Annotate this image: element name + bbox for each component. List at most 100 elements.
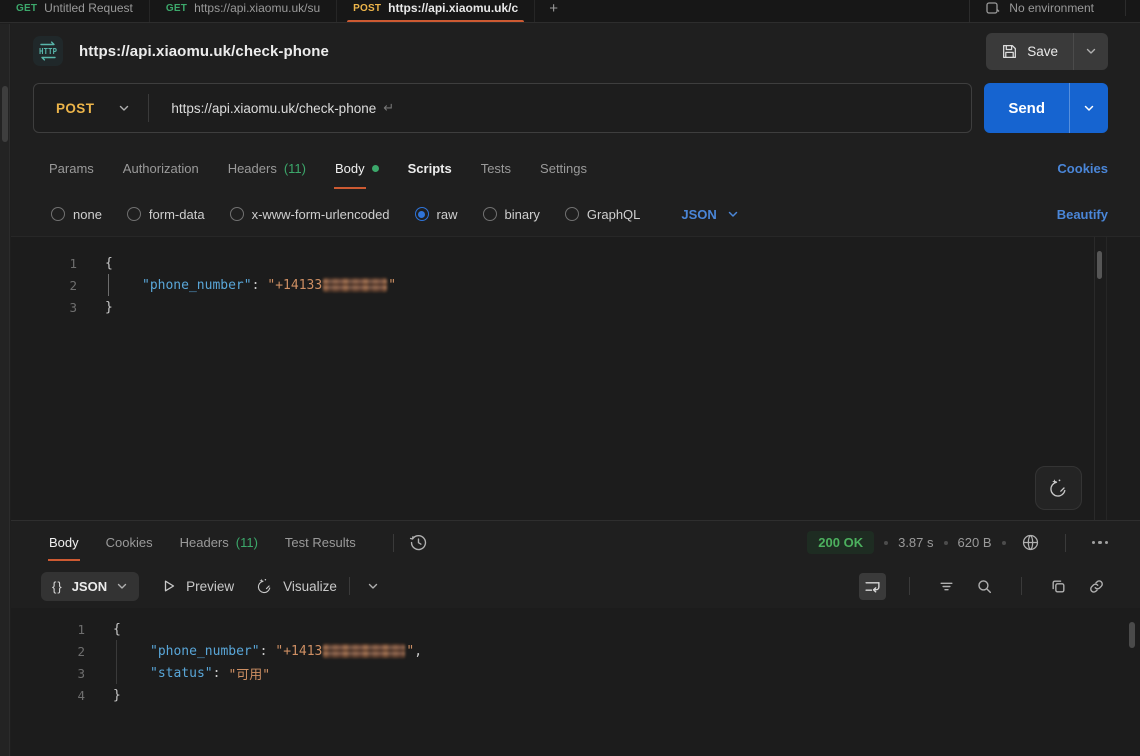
response-size[interactable]: 620 B (958, 535, 992, 550)
radio-binary[interactable]: binary (483, 207, 540, 222)
response-meta: 200 OK 3.87 s 620 B (807, 528, 1114, 557)
dot-separator (944, 541, 948, 545)
format-options-button[interactable] (362, 575, 384, 597)
radio-circle[interactable] (483, 207, 497, 221)
tab-settings[interactable]: Settings (540, 161, 587, 176)
send-options-button[interactable] (1069, 83, 1108, 133)
divider (1065, 534, 1066, 552)
radio-circle-selected[interactable] (415, 207, 429, 221)
code-line: 4 } (11, 684, 1140, 706)
body-type-row: none form-data x-www-form-urlencoded raw… (11, 192, 1140, 236)
chevron-down-icon (367, 580, 379, 592)
code-line: 1 { (11, 252, 1140, 274)
save-label: Save (1027, 44, 1058, 59)
response-tab-test-results[interactable]: Test Results (285, 535, 356, 550)
send-button[interactable]: Send (984, 83, 1069, 133)
workspace-tab-bar: GET Untitled Request GET https://api.xia… (0, 0, 1140, 23)
response-history-button[interactable] (404, 528, 433, 557)
divider (393, 534, 394, 552)
request-body-editor[interactable]: 1 { 2 "phone_number":"+14133" 3 } (11, 236, 1140, 521)
return-key-hint: ↵ (383, 100, 394, 116)
filter-icon (938, 578, 955, 595)
code-line: 3 } (11, 296, 1140, 318)
radio-raw[interactable]: raw (415, 207, 458, 222)
copy-button[interactable] (1045, 573, 1072, 600)
radio-x-www-form-urlencoded[interactable]: x-www-form-urlencoded (230, 207, 390, 222)
tab-label: https://api.xiaomu.uk/c (388, 1, 518, 15)
radio-circle[interactable] (51, 207, 65, 221)
left-sidebar-rail[interactable] (0, 24, 10, 756)
tab-tests[interactable]: Tests (481, 161, 511, 176)
tab-authorization[interactable]: Authorization (123, 161, 199, 176)
editor-scrollbar[interactable] (1097, 251, 1102, 279)
tab-body[interactable]: Body (335, 161, 379, 176)
radio-circle[interactable] (565, 207, 579, 221)
tab-scripts[interactable]: Scripts (408, 161, 452, 176)
link-button[interactable] (1083, 573, 1110, 600)
beautify-link[interactable]: Beautify (1057, 207, 1108, 222)
divider (349, 577, 350, 595)
line-number: 2 (11, 644, 85, 659)
filter-button[interactable] (933, 573, 960, 600)
response-tab-cookies[interactable]: Cookies (106, 535, 153, 550)
code-line: 2 "phone_number":"+14133" (11, 274, 1140, 296)
request-header: HTTP https://api.xiaomu.uk/check-phone S… (11, 23, 1140, 79)
history-clock-icon (409, 533, 428, 552)
radio-graphql[interactable]: GraphQL (565, 207, 640, 222)
play-icon (161, 578, 177, 594)
new-tab-button[interactable]: + (535, 0, 572, 23)
method-selector[interactable]: POST (34, 101, 148, 116)
line-number: 1 (11, 622, 85, 637)
copy-icon (1050, 578, 1067, 595)
save-options-button[interactable] (1073, 33, 1108, 70)
radio-circle[interactable] (127, 207, 141, 221)
response-body-viewer[interactable]: 1 { 2 "phone_number":"+1413", 3 "status"… (11, 608, 1140, 756)
globe-icon (1021, 533, 1040, 552)
preview-button[interactable]: Preview (161, 578, 234, 594)
response-scrollbar[interactable] (1129, 622, 1135, 648)
request-tab-2[interactable]: GET https://api.xiaomu.uk/su (150, 0, 337, 23)
response-format-dropdown[interactable]: {} JSON (41, 572, 139, 601)
format-value: JSON (681, 207, 716, 222)
request-url-bar: POST https://api.xiaomu.uk/check-phone ↵… (11, 79, 1140, 145)
link-icon (1088, 578, 1105, 595)
format-selector[interactable]: JSON (681, 207, 738, 222)
dot-separator (1002, 541, 1006, 545)
method-badge: GET (16, 3, 37, 14)
radio-form-data[interactable]: form-data (127, 207, 205, 222)
scrollbar-track (1106, 237, 1107, 520)
chevron-down-icon (118, 102, 130, 114)
radio-circle[interactable] (230, 207, 244, 221)
save-button[interactable]: Save (986, 33, 1073, 70)
url-input[interactable]: https://api.xiaomu.uk/check-phone (149, 101, 376, 116)
visualize-button[interactable]: Visualize (256, 577, 337, 595)
cookies-link[interactable]: Cookies (1057, 161, 1108, 176)
postbot-button[interactable] (1035, 466, 1082, 510)
sparkle-wand-icon (1048, 477, 1070, 499)
network-info-button[interactable] (1016, 528, 1045, 557)
radio-none[interactable]: none (51, 207, 102, 222)
line-number: 3 (11, 300, 77, 315)
response-tab-body[interactable]: Body (49, 535, 79, 550)
environment-label: No environment (1009, 1, 1094, 15)
sidebar-scroll-thumb[interactable] (2, 86, 8, 142)
chevron-down-icon (1085, 45, 1097, 57)
tab-params[interactable]: Params (49, 161, 94, 176)
environment-selector[interactable]: No environment (969, 0, 1140, 23)
braces-icon: {} (52, 579, 63, 594)
indent-guide (116, 662, 150, 684)
wrap-lines-button[interactable] (859, 573, 886, 600)
request-tab-active[interactable]: POST https://api.xiaomu.uk/c (337, 0, 535, 23)
line-number: 4 (11, 688, 85, 703)
response-time[interactable]: 3.87 s (898, 535, 933, 550)
response-tab-headers[interactable]: Headers (11) (180, 535, 258, 550)
redacted-phone-digits (323, 278, 387, 292)
more-options-icon[interactable] (1086, 541, 1115, 545)
code-line: 1 { (11, 618, 1140, 640)
request-tab-untitled[interactable]: GET Untitled Request (0, 0, 150, 23)
method-badge: GET (166, 3, 187, 14)
dot-separator (884, 541, 888, 545)
tab-headers[interactable]: Headers (11) (228, 161, 306, 176)
search-button[interactable] (971, 573, 998, 600)
status-badge[interactable]: 200 OK (807, 531, 874, 554)
